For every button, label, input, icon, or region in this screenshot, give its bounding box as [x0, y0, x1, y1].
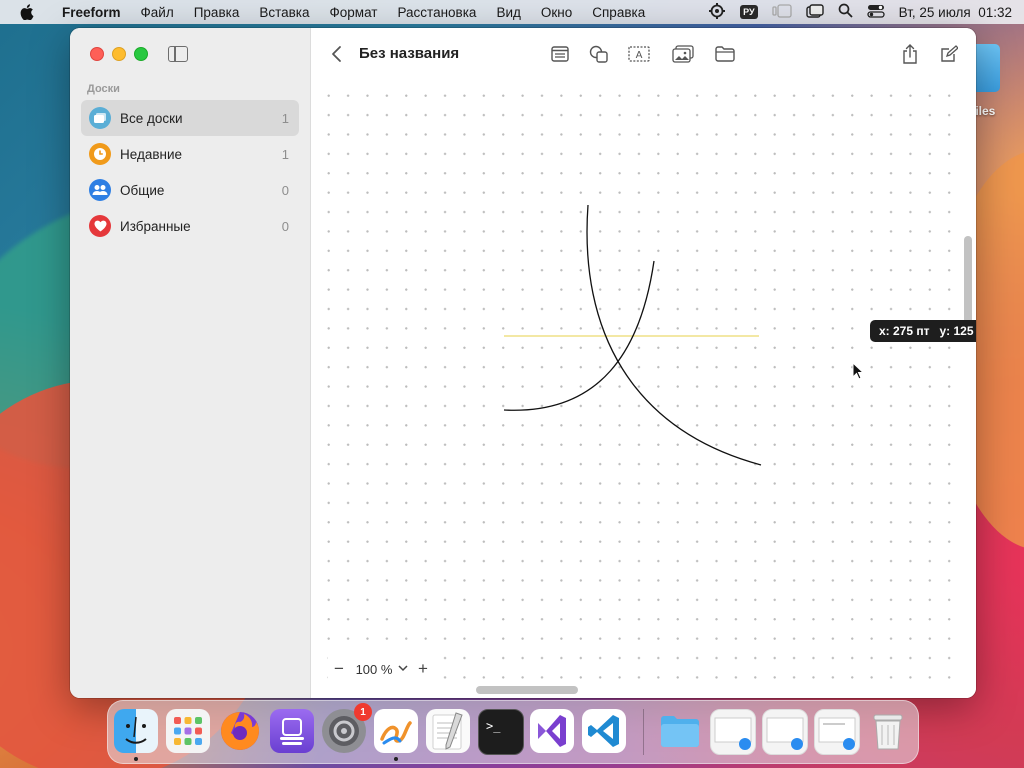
terminal-icon[interactable]: >_ — [478, 709, 524, 755]
input-source-badge[interactable]: РУ — [740, 5, 758, 19]
share-icon[interactable] — [899, 43, 921, 65]
podcasts-stack-icon[interactable] — [270, 709, 314, 753]
sidebar-item-label: Общие — [120, 182, 165, 198]
windows-icon[interactable] — [805, 3, 824, 21]
running-indicator — [134, 757, 138, 761]
sidebar-item-count: 0 — [281, 182, 289, 198]
textedit-icon[interactable] — [426, 709, 470, 753]
board-title[interactable]: Без названия — [359, 45, 459, 62]
clock-icon — [89, 143, 111, 165]
window-thumb-3[interactable] — [814, 709, 860, 755]
media-icon[interactable] — [672, 43, 694, 65]
sidebar-item-label: Избранные — [120, 218, 191, 234]
menu-view[interactable]: Вид — [486, 5, 530, 20]
svg-text:>_: >_ — [486, 719, 501, 733]
boards-list: Все доски 1 Недавние 1 Общие 0 Избранные… — [81, 100, 299, 244]
window-controls — [90, 47, 148, 61]
system-settings-icon[interactable]: 1 — [322, 703, 372, 753]
zoom-out-button[interactable]: − — [328, 659, 350, 679]
board-main-area: Без названия A − 100 % + x: 275 пт y: 12… — [311, 28, 976, 698]
running-indicator — [394, 757, 398, 761]
menu-help[interactable]: Справка — [582, 5, 655, 20]
sidebar-item-recent[interactable]: Недавние 1 — [81, 136, 299, 172]
spotlight-search-icon[interactable] — [838, 3, 853, 21]
svg-text:A: A — [636, 50, 643, 61]
new-board-icon[interactable] — [938, 43, 960, 65]
sidebar-section-title: Доски — [87, 83, 120, 95]
vertical-scrollbar[interactable] — [964, 236, 972, 328]
freeform-window: Доски Все доски 1 Недавние 1 Общие 0 Изб… — [70, 28, 976, 698]
menu-format[interactable]: Формат — [320, 5, 388, 20]
back-chevron-icon[interactable] — [329, 45, 345, 63]
sidebar-item-favorites[interactable]: Избранные 0 — [81, 208, 299, 244]
folder-icon[interactable] — [658, 709, 702, 753]
zoom-control: − 100 % + — [328, 656, 438, 682]
menu-file[interactable]: Файл — [131, 5, 184, 20]
finder-icon[interactable] — [114, 709, 158, 753]
sidebar-item-label: Недавние — [120, 146, 183, 162]
sidebar: Доски Все доски 1 Недавние 1 Общие 0 Изб… — [70, 28, 311, 698]
menu-arrange[interactable]: Расстановка — [387, 5, 486, 20]
freeform-icon[interactable] — [374, 709, 418, 753]
control-center-icon[interactable] — [866, 4, 885, 21]
menubar-datetime[interactable]: Вт, 25 июля 01:32 — [899, 5, 1012, 20]
sidebar-item-count: 1 — [281, 146, 289, 162]
status-gear-icon[interactable] — [708, 2, 726, 23]
coordinate-tooltip: x: 275 пт y: 125 пт — [870, 320, 976, 342]
dock-separator — [643, 709, 644, 755]
zoom-button[interactable] — [134, 47, 148, 61]
close-button[interactable] — [90, 47, 104, 61]
folder-icon[interactable] — [714, 43, 736, 65]
window-thumb-2[interactable] — [762, 709, 808, 755]
sidebar-item-count: 1 — [281, 110, 289, 126]
zoom-level[interactable]: 100 % — [350, 662, 398, 677]
firefox-icon[interactable] — [218, 709, 262, 753]
zoom-in-button[interactable]: + — [412, 659, 434, 679]
vscode-icon[interactable] — [582, 709, 626, 753]
board-toolbar: Без названия A — [311, 28, 976, 80]
launchpad-icon[interactable] — [166, 709, 210, 753]
text-box-icon[interactable]: A — [628, 43, 650, 65]
sidebar-item-count: 0 — [281, 218, 289, 234]
menu-app-name[interactable]: Freeform — [52, 5, 131, 20]
mouse-pointer-icon — [852, 361, 865, 385]
menu-insert[interactable]: Вставка — [249, 5, 319, 20]
visual-studio-icon[interactable] — [530, 709, 574, 753]
people-icon — [89, 179, 111, 201]
horizontal-scrollbar[interactable] — [476, 686, 578, 694]
sidebar-toggle-icon[interactable] — [168, 46, 188, 62]
shapes-icon[interactable] — [588, 43, 610, 65]
heart-icon — [89, 215, 111, 237]
stage-manager-icon[interactable] — [771, 3, 792, 21]
sidebar-item-shared[interactable]: Общие 0 — [81, 172, 299, 208]
trash-icon[interactable] — [866, 709, 910, 753]
window-thumb-1[interactable] — [710, 709, 756, 755]
chevron-down-icon[interactable] — [398, 664, 412, 675]
sidebar-item-all-boards[interactable]: Все доски 1 — [81, 100, 299, 136]
drawn-curve-1 — [586, 204, 762, 466]
sidebar-item-label: Все доски — [120, 110, 183, 126]
apple-menu-icon[interactable] — [16, 4, 38, 20]
boards-icon — [89, 107, 111, 129]
menu-bar: Freeform Файл Правка Вставка Формат Расс… — [0, 0, 1024, 24]
dock: 1 >_ — [107, 700, 919, 764]
notification-badge: 1 — [354, 703, 372, 721]
menu-window[interactable]: Окно — [531, 5, 582, 20]
menu-edit[interactable]: Правка — [184, 5, 250, 20]
sticky-note-icon[interactable] — [549, 43, 571, 65]
minimize-button[interactable] — [112, 47, 126, 61]
